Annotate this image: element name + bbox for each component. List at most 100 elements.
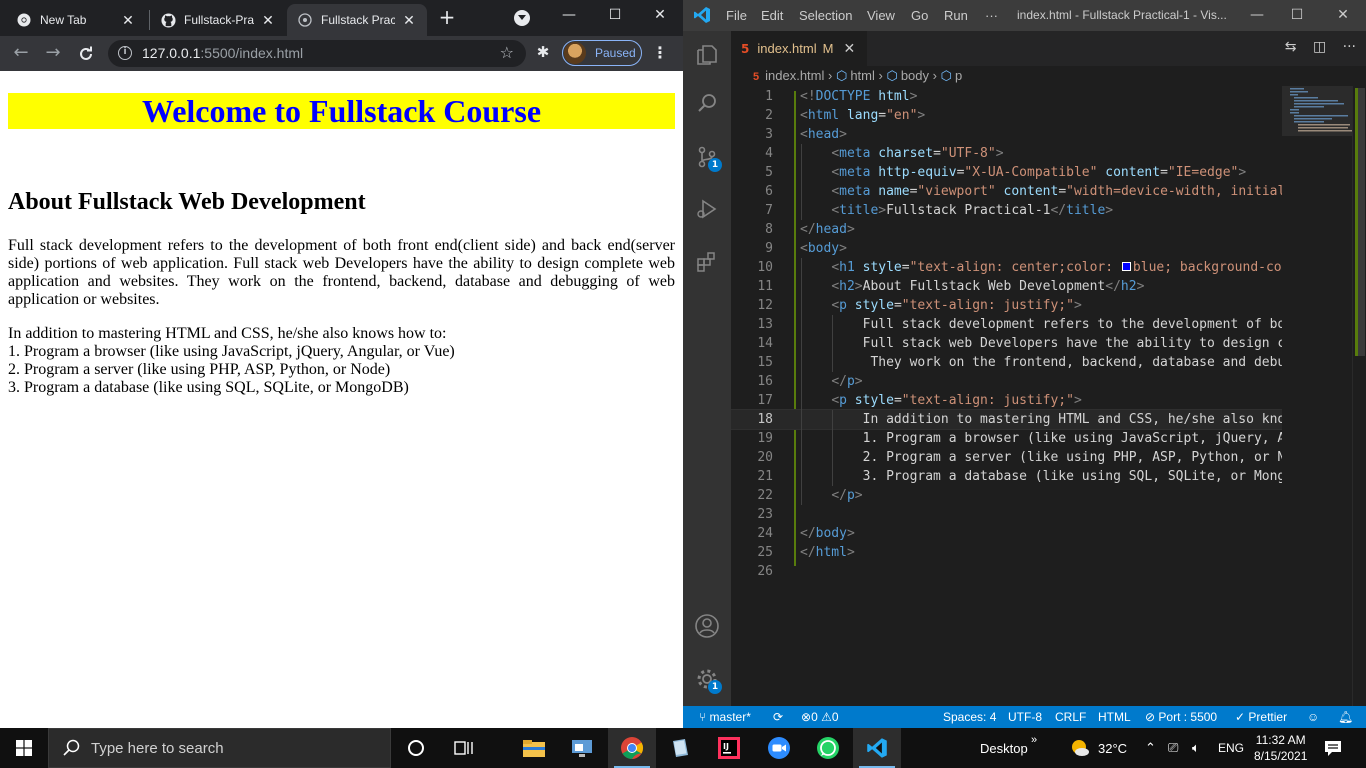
live-server-port[interactable]: ⊘ Port : 5500 [1145, 710, 1217, 724]
code-line: 25 </html> [757, 545, 855, 560]
circle-slash-icon: ⊘ [1145, 710, 1159, 724]
tab-search-button[interactable] [514, 10, 530, 26]
maximize-button[interactable]: ☐ [592, 0, 638, 32]
toolbar-expand-icon[interactable]: » [1031, 720, 1037, 760]
breadcrumb-p[interactable]: p [955, 68, 962, 83]
notepad-icon[interactable] [656, 728, 704, 768]
new-tab-button[interactable]: + [436, 6, 458, 28]
close-icon[interactable]: ✕ [401, 12, 417, 29]
clock[interactable]: 11:32 AM 8/15/2021 [1254, 728, 1307, 768]
remote-desktop-icon[interactable] [558, 728, 606, 768]
kebab-menu-icon[interactable]: ⋮ [652, 43, 668, 63]
source-control-icon[interactable]: 1 [683, 133, 731, 181]
menu-file[interactable]: File [726, 8, 747, 23]
minimap[interactable] [1282, 86, 1352, 706]
minimize-button[interactable]: — [546, 0, 592, 32]
menu-run[interactable]: Run [944, 8, 968, 23]
menu-view[interactable]: View [867, 8, 895, 23]
intellij-icon[interactable]: IJ [705, 728, 753, 768]
code-line: 5 <meta http-equiv="X-UA-Compatible" con… [765, 165, 1247, 180]
check-double-icon: ✓ [1235, 710, 1249, 724]
feedback-icon[interactable]: ☺ [1307, 710, 1319, 724]
settings-gear-icon[interactable]: 1 [683, 655, 731, 703]
notifications-bell-icon[interactable]: 🔔︎ [1338, 710, 1353, 724]
volume-icon[interactable]: 🔈︎ [1192, 728, 1200, 768]
explorer-icon[interactable] [683, 31, 731, 79]
tab-new-tab[interactable]: New Tab ✕ [6, 4, 146, 36]
weather-widget[interactable]: 32°C [1070, 728, 1127, 768]
show-hidden-icons[interactable]: ⌃ [1145, 728, 1156, 768]
sync-icon[interactable]: ⟳ [773, 710, 783, 724]
code-editor[interactable]: 1 <!DOCTYPE html> 2 <html lang="en"> 3 <hea… [731, 86, 1282, 706]
network-icon[interactable]: ⎚ [1168, 728, 1178, 768]
breadcrumb-html[interactable]: html [850, 68, 875, 83]
chrome-tab-strip: New Tab ✕ Fullstack-Prac ✕ Fullstack Pra… [0, 0, 683, 36]
info-icon[interactable]: i [118, 46, 132, 60]
whatsapp-icon[interactable] [804, 728, 852, 768]
menu-edit[interactable]: Edit [761, 8, 783, 23]
close-window-button[interactable]: ✕ [1323, 0, 1363, 31]
address-bar[interactable]: i 127.0.0.1:5500/index.html ☆ [108, 40, 526, 67]
input-language[interactable]: ENG [1218, 728, 1244, 768]
problems-indicator[interactable]: ⊗0 ⚠0 [801, 710, 839, 724]
code-line: 12 <p style="text-align: justify;"> [757, 298, 1082, 313]
reload-button[interactable] [74, 42, 98, 66]
extensions-puzzle-icon[interactable]: ✱ [534, 43, 552, 61]
svg-text:IJ: IJ [723, 742, 729, 751]
chrome-taskbar-icon[interactable] [608, 728, 656, 768]
close-window-button[interactable]: ✕ [637, 0, 683, 32]
scrollbar-thumb[interactable] [1355, 88, 1365, 356]
compare-changes-icon[interactable]: ⇆ [1285, 39, 1297, 55]
branch-indicator[interactable]: ⑂ master* [699, 710, 751, 724]
forward-button[interactable]: → [41, 42, 65, 66]
page-viewport: Welcome to Fullstack Course About Fullst… [0, 71, 683, 728]
desktop-toolbar[interactable]: Desktop [980, 728, 1028, 768]
close-icon[interactable]: ✕ [260, 12, 276, 29]
menu-go[interactable]: Go [911, 8, 928, 23]
profile-button[interactable]: Paused [562, 40, 642, 66]
cortana-icon[interactable] [392, 728, 440, 768]
clock-date: 8/15/2021 [1254, 749, 1308, 763]
element-icon: ⬡ [940, 68, 952, 83]
element-icon: ⬡ [835, 68, 848, 83]
search-icon[interactable] [683, 79, 731, 127]
bookmark-star-icon[interactable]: ☆ [500, 43, 514, 62]
language-mode[interactable]: HTML [1098, 710, 1131, 724]
tab-github[interactable]: Fullstack-Prac ✕ [150, 4, 286, 36]
vscode-taskbar-icon[interactable] [853, 728, 901, 768]
action-center-icon[interactable] [1324, 728, 1342, 768]
run-debug-icon[interactable] [683, 185, 731, 233]
tab-fullstack-active[interactable]: Fullstack Pract ✕ [287, 4, 427, 36]
window-title: index.html - Fullstack Practical-1 - Vis… [1017, 8, 1227, 22]
maximize-button[interactable]: ☐ [1277, 0, 1317, 31]
more-actions-icon[interactable]: ··· [1343, 39, 1356, 55]
code-line: 19 1. Program a browser (like using Java… [757, 431, 1282, 446]
color-swatch[interactable] [1121, 262, 1131, 271]
accounts-icon[interactable] [683, 602, 731, 650]
tab-label: New Tab [40, 13, 87, 27]
file-explorer-icon[interactable] [510, 728, 558, 768]
task-view-icon[interactable] [440, 728, 488, 768]
menu-more[interactable]: ··· [985, 8, 998, 23]
extensions-icon[interactable] [683, 238, 731, 286]
taskbar-search-box[interactable]: Type here to search [48, 728, 391, 768]
split-editor-icon[interactable]: ◫ [1313, 39, 1326, 55]
vscode-title-bar: File Edit Selection View Go Run ··· inde… [683, 0, 1366, 31]
eol-status[interactable]: CRLF [1055, 710, 1086, 724]
breadcrumb-file[interactable]: index.html [765, 68, 824, 83]
close-icon[interactable]: ✕ [843, 41, 855, 57]
git-branch-icon: ⑂ [699, 710, 710, 724]
zoom-icon[interactable] [755, 728, 803, 768]
prettier-status[interactable]: ✓ Prettier [1235, 710, 1287, 724]
back-button[interactable]: ← [9, 42, 33, 66]
indentation-status[interactable]: Spaces: 4 [943, 710, 996, 724]
minimize-button[interactable]: — [1237, 0, 1277, 31]
warning-icon: ⚠ [821, 710, 832, 724]
tab-index-html[interactable]: 5 index.html M ✕ [731, 31, 867, 66]
breadcrumb-body[interactable]: body [901, 68, 929, 83]
close-icon[interactable]: ✕ [120, 12, 136, 29]
menu-selection[interactable]: Selection [799, 8, 852, 23]
editor-tabs: 5 index.html M ✕ ⇆ ◫ ··· [731, 31, 1366, 66]
editor-scrollbar[interactable] [1352, 86, 1366, 706]
start-button[interactable] [0, 728, 48, 768]
